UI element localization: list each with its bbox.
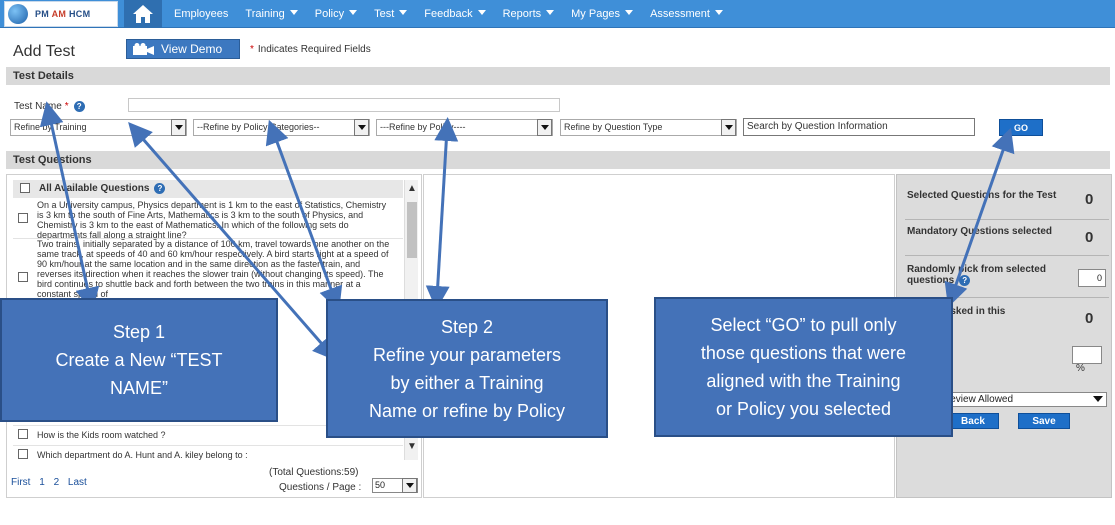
scroll-up-icon[interactable]: ▲ [406,184,418,194]
callout-go: Select “GO” to pull only those questions… [654,297,953,437]
app-logo[interactable]: PM AM HCM [4,1,118,27]
pager-first-link[interactable]: First [11,477,30,488]
dropdown-arrow-icon [354,119,369,136]
row-divider [13,445,403,446]
pager-last-link[interactable]: Last [68,477,87,488]
view-demo-button[interactable]: View Demo [126,39,240,59]
refine-question-type-select[interactable]: Refine by Question Type [560,119,737,136]
test-name-label: Test Name *? [14,101,85,112]
dropdown-arrow-icon [537,119,552,136]
help-icon[interactable]: ? [959,275,971,286]
test-questions-header: Test Questions [6,151,1110,169]
callout-step2-text: Step 2 Refine your parameters by either … [368,316,566,421]
refine-policy-categories-select[interactable]: --Refine by Policy Categories-- [193,119,370,136]
nav-my-pages[interactable]: My Pages [571,8,634,20]
callout-step1: Step 1 Create a New “TEST NAME” [0,298,278,422]
help-icon[interactable]: ? [73,101,85,112]
main-menu: Employees Training Policy Test Feedback … [174,0,740,28]
go-button[interactable]: GO [999,119,1043,136]
passing-score-input[interactable] [1072,346,1102,364]
selected-questions-count: 0 [1085,191,1094,208]
divider [905,255,1109,256]
question-checkbox[interactable] [18,272,28,282]
question-text: Which department do A. Hunt and A. kiley… [37,450,248,460]
scroll-down-icon[interactable]: ▼ [406,442,418,452]
caret-down-icon [714,10,723,15]
random-pick-label: Randomly pick from selected questions? [907,264,1046,286]
question-text: On a University campus, Physics departme… [37,200,387,240]
top-nav-bar: PM AM HCM Employees Training Policy Test… [0,0,1115,28]
pager-page-1[interactable]: 1 [39,477,45,488]
home-icon [133,5,153,23]
required-note: * Indicates Required Fields [250,44,371,55]
random-pick-input[interactable]: 0 [1078,269,1106,287]
dropdown-arrow-icon [1093,396,1103,402]
mandatory-questions-label: Mandatory Questions selected [907,226,1053,237]
divider [905,219,1109,220]
refine-training-select[interactable]: Refine by Training [10,119,187,136]
per-page-label: Questions / Page : [279,482,362,493]
back-button[interactable]: Back [947,413,999,429]
nav-policy[interactable]: Policy [315,8,358,20]
help-icon[interactable]: ? [154,183,166,194]
question-text: Two trains, initially separated by a dis… [37,239,390,299]
callout-step2: Step 2 Refine your parameters by either … [326,299,608,438]
caret-down-icon [349,10,358,15]
all-questions-header: All Available Questions? [13,180,403,198]
nav-training[interactable]: Training [245,8,298,20]
total-questions: (Total Questions:59) [269,467,359,478]
scroll-thumb[interactable] [407,202,417,258]
nav-feedback[interactable]: Feedback [424,8,486,20]
question-search-input[interactable]: Search by Question Information [743,118,975,136]
per-page-select[interactable]: 50 [372,478,418,493]
caret-down-icon [546,10,555,15]
dropdown-arrow-icon [402,478,417,493]
view-demo-label: View Demo [161,42,223,56]
question-checkbox[interactable] [18,449,28,459]
nav-employees[interactable]: Employees [174,8,228,20]
caret-down-icon [625,10,634,15]
select-all-checkbox[interactable] [20,183,30,193]
dropdown-arrow-icon [721,119,736,136]
questions-asked-count: 0 [1085,310,1094,327]
home-button[interactable] [124,0,162,28]
video-camera-icon [133,43,154,55]
callout-go-text: Select “GO” to pull only those questions… [700,315,907,419]
page-title: Add Test [13,43,75,60]
globe-logo-icon [8,4,28,24]
pager-page-2[interactable]: 2 [54,477,60,488]
required-star: * [250,44,254,55]
test-details-header: Test Details [6,67,1110,85]
dropdown-arrow-icon [171,119,186,136]
callout-step1-text: Step 1 Create a New “TEST NAME” [55,322,223,398]
caret-down-icon [289,10,298,15]
nav-reports[interactable]: Reports [503,8,555,20]
mandatory-questions-count: 0 [1085,229,1094,246]
pagination: First 1 2 Last [11,477,93,488]
caret-down-icon [399,10,408,15]
logo-brand-text: PM AM HCM [35,9,91,19]
nav-assessment[interactable]: Assessment [650,8,723,20]
nav-test[interactable]: Test [374,8,408,20]
selected-questions-label: Selected Questions for the Test [907,190,1057,201]
save-button[interactable]: Save [1018,413,1070,429]
question-checkbox[interactable] [18,213,28,223]
caret-down-icon [477,10,486,15]
question-checkbox[interactable] [18,429,28,439]
percent-sign: % [1076,363,1085,374]
test-name-input[interactable] [128,98,560,112]
refine-policy-select[interactable]: ---Refine by Policy---- [376,119,553,136]
